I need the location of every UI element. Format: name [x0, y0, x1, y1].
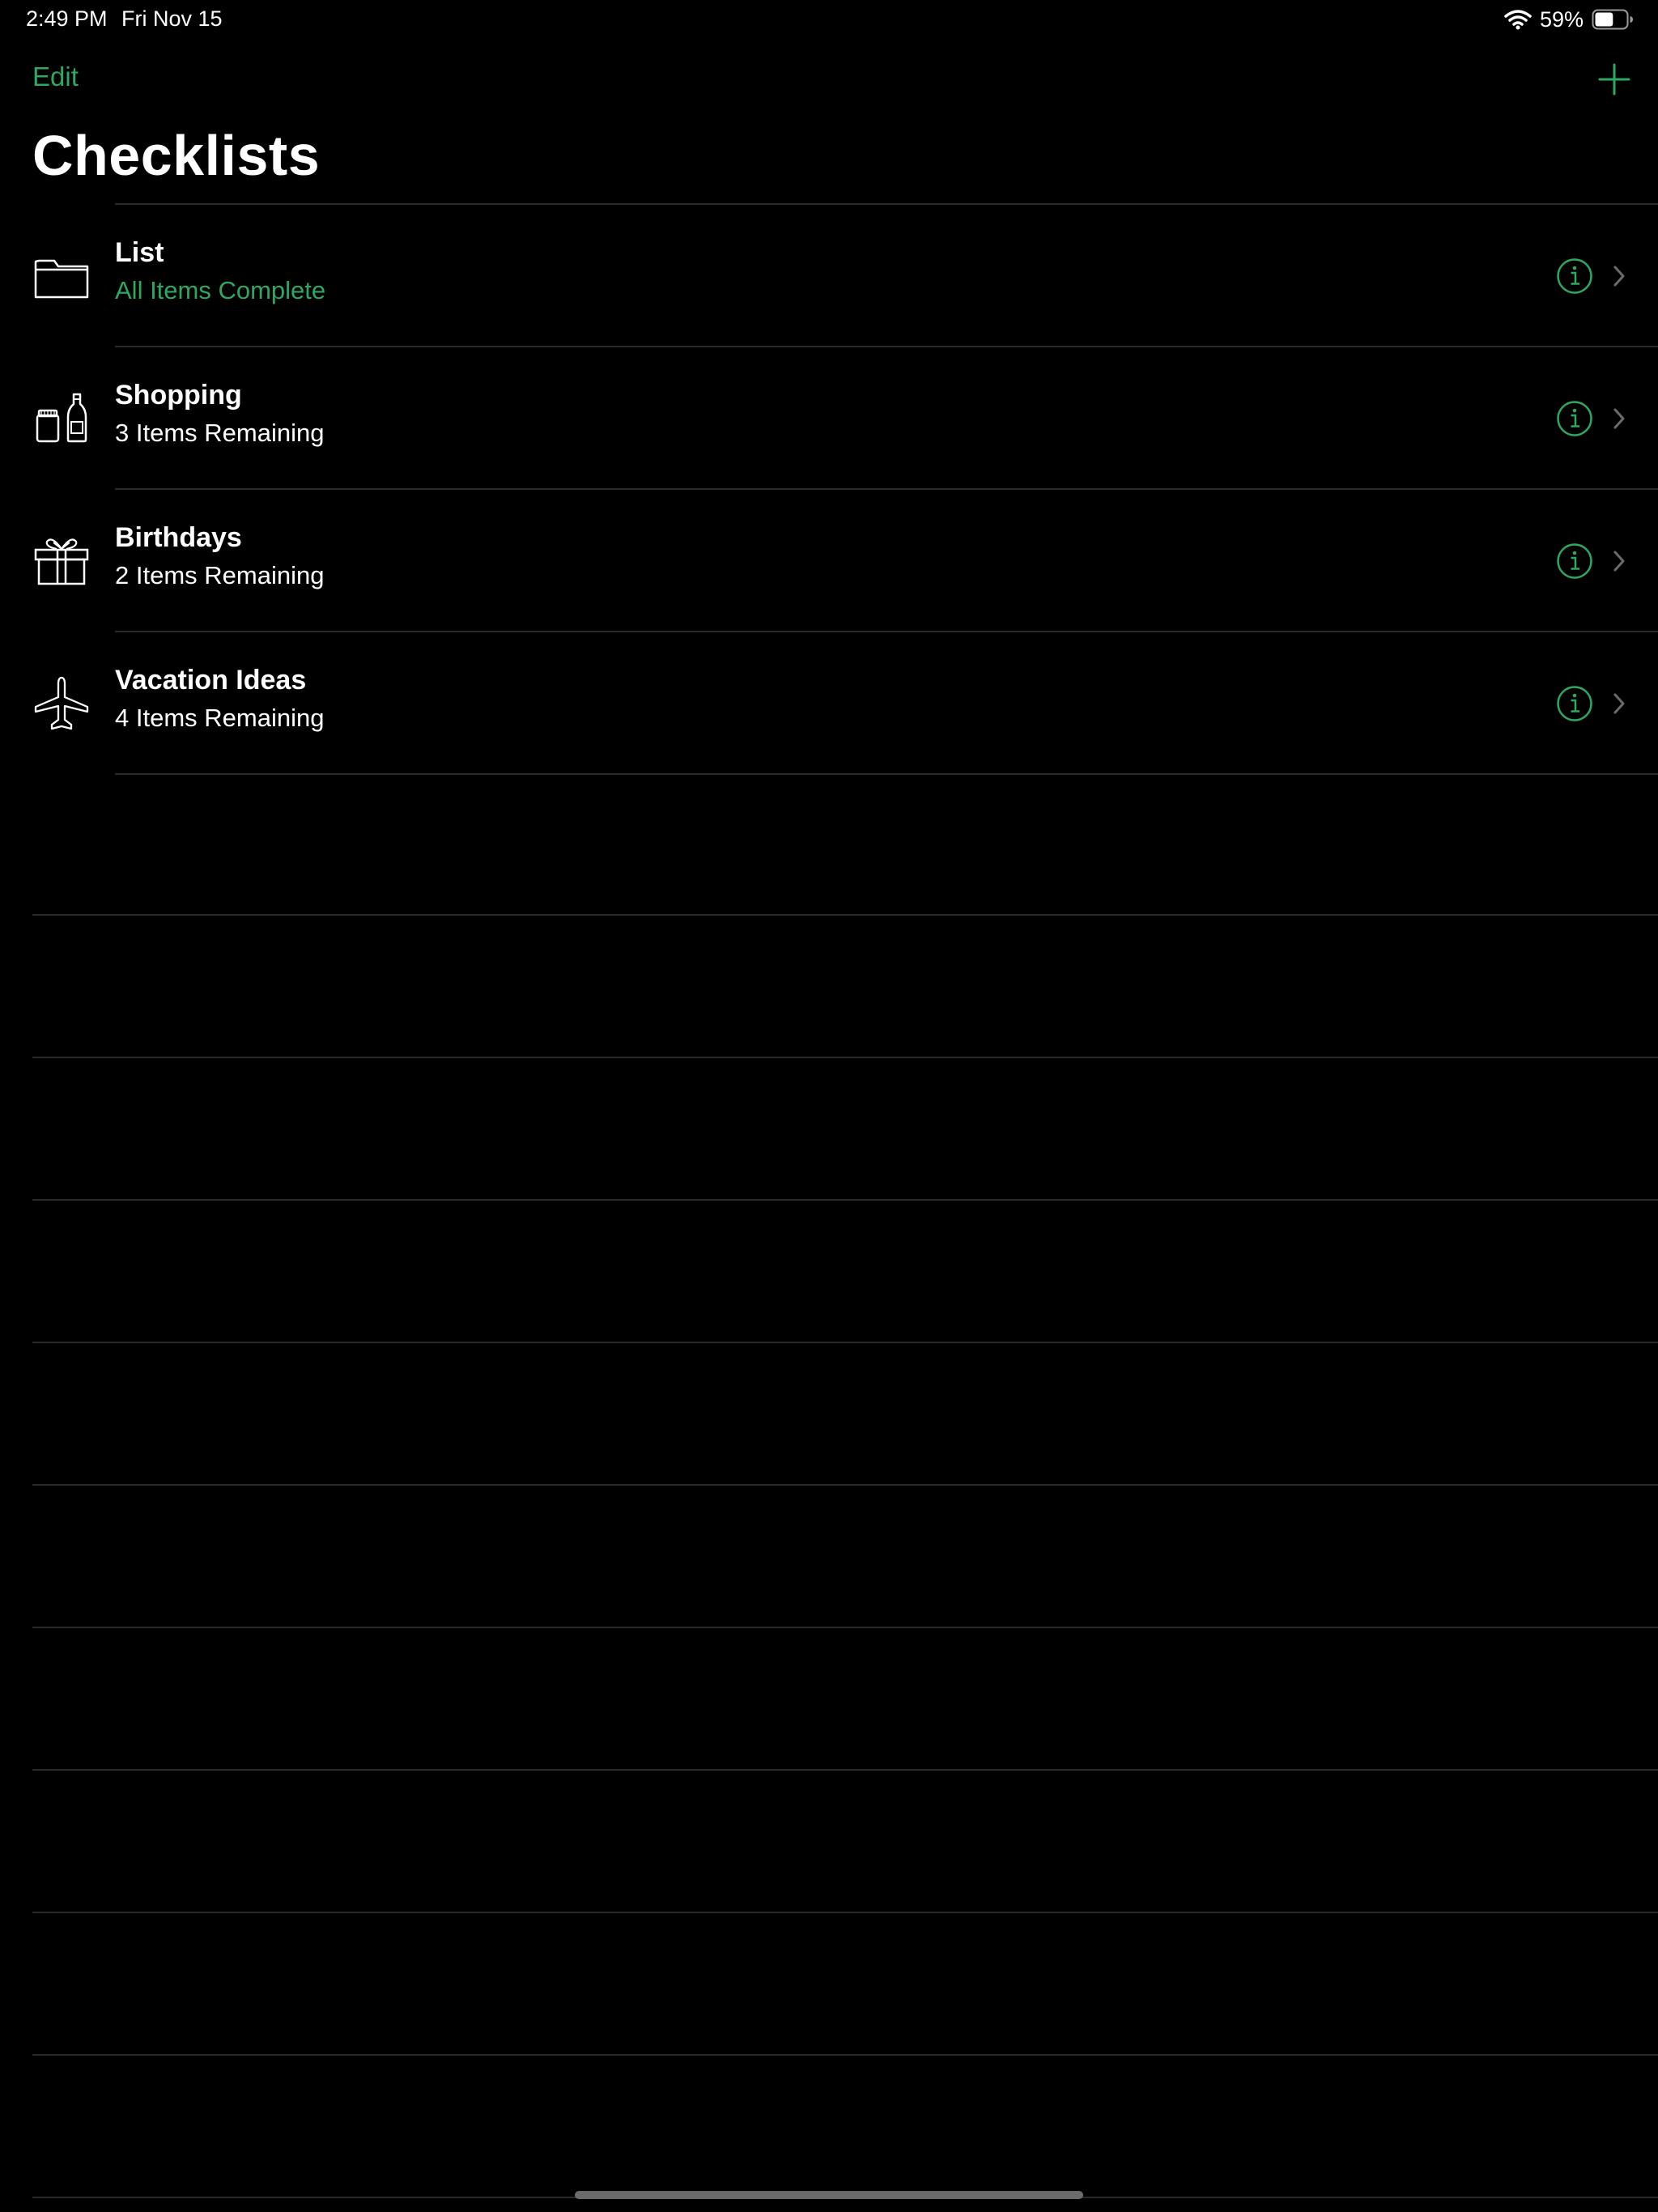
checklist-status: 4 Items Remaining [115, 704, 325, 732]
page-title: Checklists [32, 124, 321, 187]
folder-icon [32, 247, 91, 305]
status-date: Fri Nov 15 [121, 6, 223, 31]
info-button[interactable] [1556, 400, 1593, 437]
status-time: 2:49 PM [26, 6, 108, 31]
checklist-title: Shopping [115, 380, 242, 410]
airplane-icon [32, 674, 91, 733]
battery-percentage: 59% [1539, 6, 1584, 32]
add-checklist-button[interactable] [1596, 62, 1632, 97]
checklist-status: 3 Items Remaining [115, 419, 325, 447]
empty-row-divider [32, 1058, 1658, 1201]
checklist-title: List [115, 237, 164, 268]
info-icon [1557, 258, 1592, 294]
chevron-right-icon [1613, 265, 1626, 287]
empty-row-divider [32, 1913, 1658, 2056]
edit-button[interactable]: Edit [32, 62, 79, 92]
wifi-icon [1504, 9, 1532, 30]
checklist-row-shopping[interactable]: Shopping 3 Items Remaining [0, 347, 1658, 490]
chevron-right-icon [1613, 407, 1626, 430]
status-indicators: 59% [1504, 6, 1634, 32]
empty-row-divider [32, 1486, 1658, 1628]
plus-icon [1598, 63, 1630, 96]
checklist-status: 2 Items Remaining [115, 561, 325, 589]
chevron-right-icon [1613, 550, 1626, 572]
checklist-title: Birthdays [115, 522, 242, 553]
checklist-row-birthdays[interactable]: Birthdays 2 Items Remaining [0, 490, 1658, 632]
info-button[interactable] [1556, 257, 1593, 295]
info-button[interactable] [1556, 685, 1593, 722]
checklist-row-vacation-ideas[interactable]: Vacation Ideas 4 Items Remaining [0, 632, 1658, 775]
checklist-title: Vacation Ideas [115, 665, 307, 696]
info-button[interactable] [1556, 542, 1593, 580]
empty-row-divider [32, 1771, 1658, 1913]
empty-row-divider [32, 1343, 1658, 1486]
info-icon [1557, 686, 1592, 721]
home-indicator[interactable] [575, 2191, 1083, 2199]
checklist-status: All Items Complete [115, 276, 326, 304]
status-bar: 2:49 PM Fri Nov 15 59% [0, 0, 1658, 39]
shopping-icon [32, 389, 91, 448]
chevron-right-icon [1613, 692, 1626, 715]
battery-icon [1592, 9, 1634, 30]
info-icon [1557, 543, 1592, 579]
empty-rows [32, 773, 1658, 2198]
checklist-row-list[interactable]: List All Items Complete [0, 205, 1658, 347]
info-icon [1557, 401, 1592, 436]
empty-row-divider [32, 1201, 1658, 1343]
empty-row-divider [32, 1628, 1658, 1771]
empty-row-divider [32, 773, 1658, 916]
checklist-list: List All Items Complete Shopping 3 Items… [0, 205, 1658, 775]
empty-row-divider [32, 916, 1658, 1058]
empty-row-divider [32, 2056, 1658, 2198]
gift-icon [32, 532, 91, 590]
